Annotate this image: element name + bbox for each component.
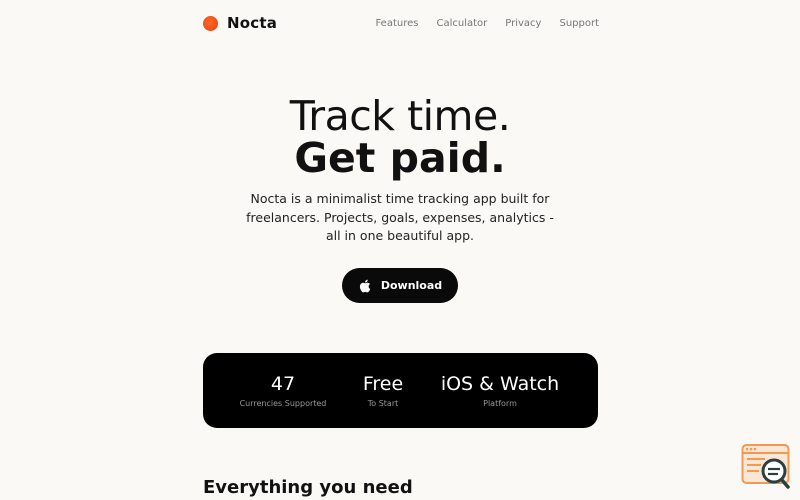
main-nav: Features Calculator Privacy Support	[375, 18, 599, 29]
nav-link-calculator[interactable]: Calculator	[436, 18, 487, 29]
landing-page: Nocta Features Calculator Privacy Suppor…	[0, 0, 800, 500]
stat-value: iOS & Watch	[440, 373, 560, 395]
stat-price: Free To Start	[353, 373, 413, 408]
hero-title-line1: Track time.	[289, 92, 511, 140]
search-widget-icon[interactable]	[741, 443, 791, 490]
apple-icon	[359, 279, 371, 292]
download-button[interactable]: Download	[342, 268, 458, 303]
hero-title-line2: Get paid.	[294, 134, 506, 182]
logo-dot-icon	[203, 15, 218, 31]
stat-label: Platform	[483, 399, 517, 408]
features-section-title: Everything you need	[203, 477, 413, 498]
site-header: Nocta Features Calculator Privacy Suppor…	[203, 12, 599, 34]
stat-value: Free	[362, 373, 404, 395]
stat-platform: iOS & Watch Platform	[438, 373, 562, 408]
stat-label: To Start	[367, 399, 399, 408]
brand-name: Nocta	[227, 14, 278, 32]
nav-link-privacy[interactable]: Privacy	[505, 18, 541, 29]
download-label: Download	[380, 279, 443, 292]
nav-link-support[interactable]: Support	[559, 18, 599, 29]
stat-value: 47	[270, 373, 296, 395]
brand[interactable]: Nocta	[203, 14, 277, 32]
nav-link-features[interactable]: Features	[375, 18, 418, 29]
stats-panel: 47 Currencies Supported Free To Start iO…	[203, 353, 598, 428]
stat-label: Currencies Supported	[239, 399, 327, 408]
hero-description: Nocta is a minimalist time tracking app …	[246, 191, 554, 243]
stat-currencies: 47 Currencies Supported	[233, 373, 333, 408]
